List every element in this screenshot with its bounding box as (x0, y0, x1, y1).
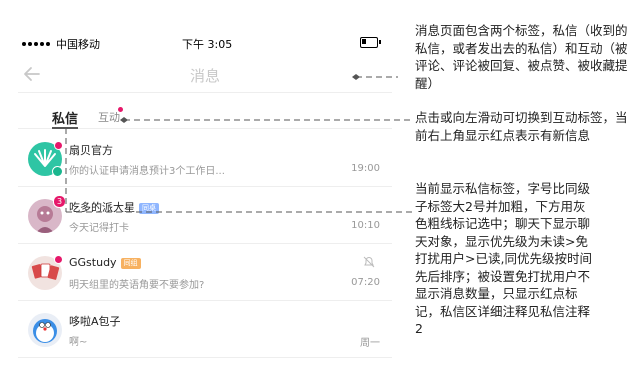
clock: 下午 3:05 (182, 38, 233, 51)
mute-bell-icon (363, 256, 375, 268)
conversation-preview: 今天记得打卡 (69, 223, 129, 234)
conversation-name-text: 吃多的派大星 (69, 201, 135, 214)
conversation-row[interactable]: 哆啦A包子 啊~ 周一 (18, 301, 392, 358)
verified-icon (52, 166, 63, 177)
conversation-name: 扇贝官方 (69, 144, 113, 157)
avatar (28, 313, 62, 347)
conversation-name: GGstudy 同组 (69, 256, 141, 269)
conversation-row[interactable]: GGstudy 同组 明天组里的英语角要不要参加? 07:20 (18, 244, 392, 301)
conversation-name: 吃多的派大星 同桌 (69, 199, 159, 215)
avatar (28, 255, 63, 290)
relation-tag: 同桌 (139, 203, 159, 214)
unread-dot (54, 141, 63, 150)
conversation-time: 周一 (360, 338, 380, 349)
conversation-row[interactable]: 3 吃多的派大星 同桌 今天记得打卡 10:10 (18, 187, 392, 244)
nav-bar: 消息 (18, 56, 392, 93)
conversation-preview: 啊~ (69, 337, 88, 348)
annotation-private-tab: 当前显示私信标签，字号比同级子标签大2号并加粗，下方用灰色粗线标记选中；聊天下显… (415, 181, 592, 336)
tab-interactions[interactable]: 互动 (98, 109, 120, 125)
tab-private-messages[interactable]: 私信 (52, 108, 78, 127)
carrier-name: 中国移动 (56, 38, 100, 51)
conversation-preview: 你的认证申请消息预计3个工作日... (69, 166, 225, 177)
avatar (28, 141, 63, 177)
unread-count-badge: 3 (53, 195, 66, 208)
unread-dot (54, 255, 63, 264)
conversation-row[interactable]: 扇贝官方 你的认证申请消息预计3个工作日... 19:00 (18, 130, 392, 187)
annotation-tabs: 消息页面包含两个标签，私信（收到的私信，或者发出去的私信）和互动（被评论、评论被… (415, 23, 628, 91)
status-bar: 中国移动 下午 3:05 (18, 34, 392, 52)
signal-icon: 中国移动 (22, 36, 100, 52)
new-activity-dot (118, 107, 123, 112)
avatar: 3 (28, 195, 66, 233)
active-tab-underline (52, 127, 78, 129)
conversation-time: 07:20 (351, 277, 380, 288)
page-title: 消息 (189, 67, 220, 85)
relation-tag: 同组 (120, 258, 141, 269)
message-tabs: 私信 互动 (18, 100, 392, 129)
annotation-tab-switch: 点击或向左滑动可切换到互动标签，当前右上角显示红点表示有新信息 (415, 110, 628, 143)
conversation-time: 10:10 (351, 220, 380, 231)
conversation-name: 哆啦A包子 (69, 315, 121, 328)
conversation-time: 19:00 (351, 163, 380, 174)
doraemon-avatar-icon (28, 313, 62, 347)
conversation-preview: 明天组里的英语角要不要参加? (69, 280, 205, 291)
conversation-name-text: GGstudy (69, 256, 117, 269)
conversation-list: 扇贝官方 你的认证申请消息预计3个工作日... 19:00 3 吃多的派大星 同桌 (18, 130, 392, 358)
battery-icon (360, 37, 381, 48)
phone-screen: 中国移动 下午 3:05 消息 私信 互动 扇贝官方 你的认证申请消息预计3个工… (18, 0, 392, 372)
